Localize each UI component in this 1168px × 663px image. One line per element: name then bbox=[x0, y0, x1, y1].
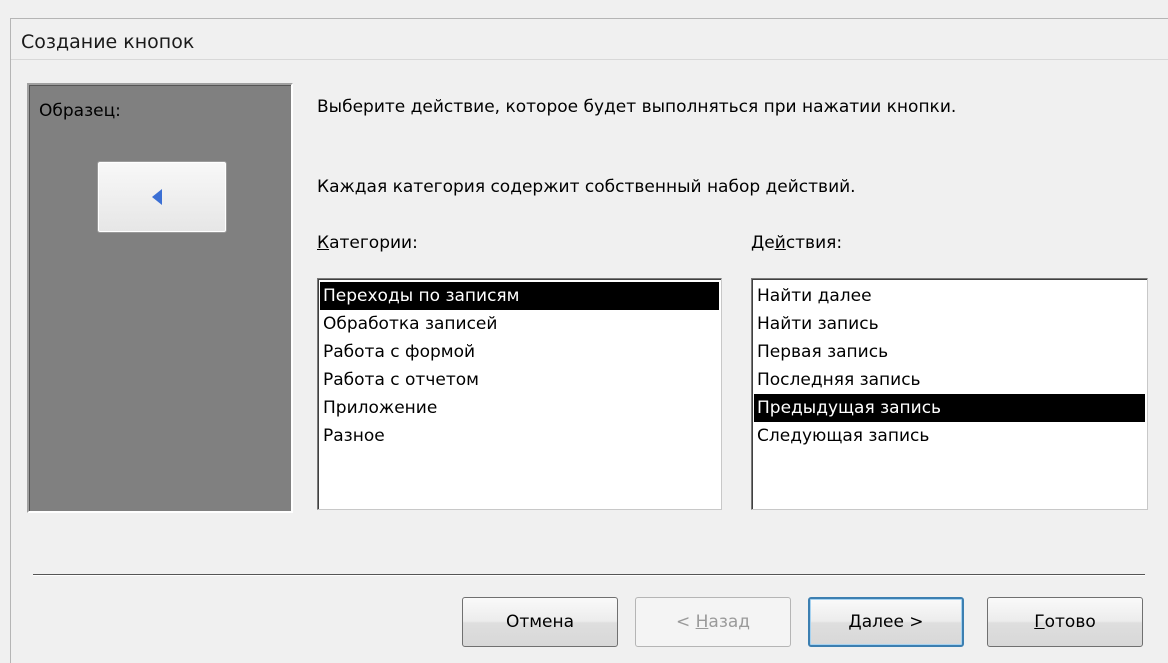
finish-button[interactable]: Готово bbox=[987, 597, 1143, 647]
category-list-item[interactable]: Переходы по записям bbox=[320, 282, 719, 310]
sample-button-preview bbox=[97, 161, 227, 233]
cancel-button[interactable]: Отмена bbox=[462, 597, 618, 647]
action-list-item[interactable]: Найти запись bbox=[754, 310, 1145, 338]
sample-panel: Образец: bbox=[27, 83, 293, 513]
action-list-item[interactable]: Следующая запись bbox=[754, 422, 1145, 450]
action-list-item[interactable]: Найти далее bbox=[754, 282, 1145, 310]
action-list-item[interactable]: Первая запись bbox=[754, 338, 1145, 366]
create-button-wizard-dialog: Создание кнопок Образец: Выберите действ… bbox=[10, 18, 1168, 663]
categories-listbox[interactable]: Переходы по записям Обработка записей Рабо… bbox=[317, 278, 722, 510]
left-triangle-icon bbox=[152, 189, 162, 205]
category-list-item[interactable]: Работа с формой bbox=[320, 338, 719, 366]
action-list-item[interactable]: Последняя запись bbox=[754, 366, 1145, 394]
instruction-text: Выберите действие, которое будет выполня… bbox=[317, 97, 957, 117]
actions-label: Действия: bbox=[751, 233, 843, 253]
actions-listbox[interactable]: Найти далее Найти запись Первая запись Посл… bbox=[751, 278, 1148, 510]
category-list-item[interactable]: Приложение bbox=[320, 394, 719, 422]
sample-label: Образец: bbox=[39, 101, 121, 121]
category-list-item[interactable]: Разное bbox=[320, 422, 719, 450]
category-hint-text: Каждая категория содержит собственный на… bbox=[317, 177, 856, 197]
category-list-item[interactable]: Обработка записей bbox=[320, 310, 719, 338]
window-title: Создание кнопок bbox=[21, 31, 195, 53]
title-bar: Создание кнопок bbox=[11, 19, 1168, 60]
divider bbox=[33, 574, 1145, 576]
categories-label: Категории: bbox=[317, 233, 418, 253]
next-button[interactable]: Далее > bbox=[808, 597, 964, 647]
back-button[interactable]: < Назад bbox=[635, 597, 791, 647]
category-list-item[interactable]: Работа с отчетом bbox=[320, 366, 719, 394]
action-list-item[interactable]: Предыдущая запись bbox=[754, 394, 1145, 422]
